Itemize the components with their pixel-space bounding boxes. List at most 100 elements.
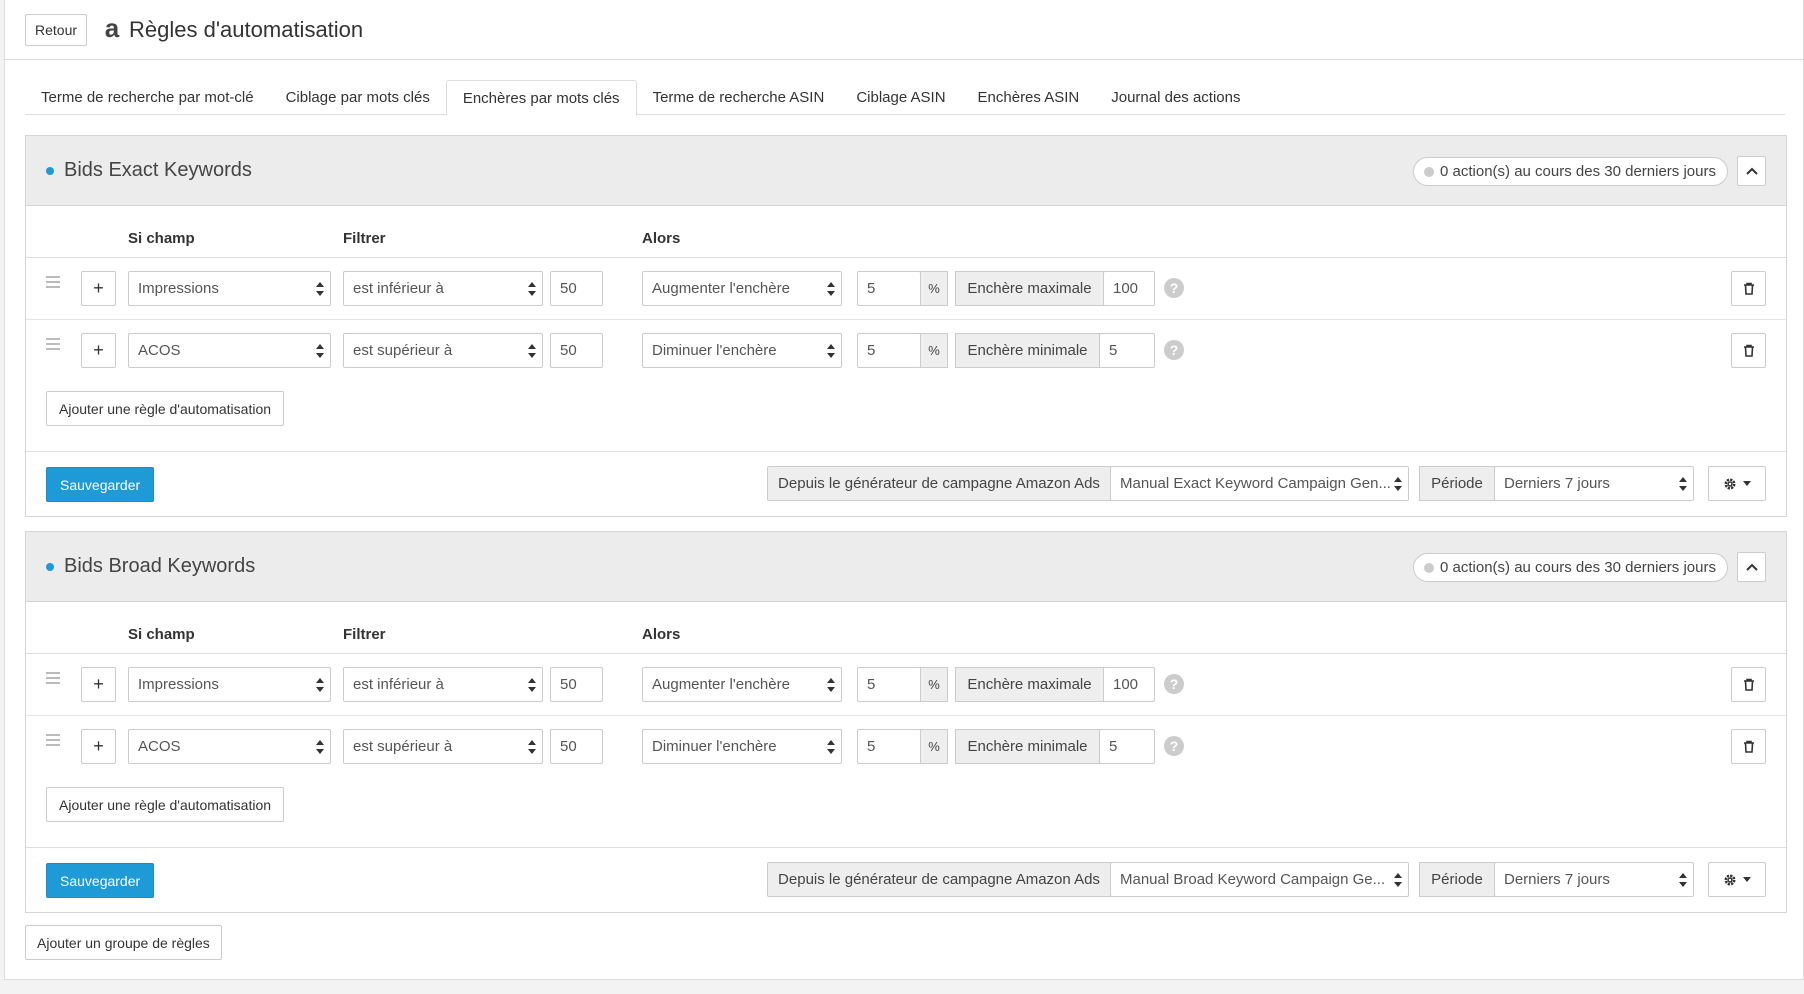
rule-group-footer: Sauvegarder Depuis le générateur de camp…: [26, 848, 1786, 912]
page-title: Règles d'automatisation: [129, 16, 364, 42]
rule-group-title: Bids Broad Keywords: [64, 555, 256, 577]
rule-group: Bids Exact Keywords 0 action(s) au cours…: [25, 135, 1787, 517]
field-select-value: Impressions: [138, 676, 219, 693]
add-rule-button[interactable]: Ajouter une règle d'automatisation: [46, 391, 285, 426]
actions-count-label: 0 action(s) au cours des 30 derniers jou…: [1440, 559, 1716, 576]
help-icon[interactable]: ?: [1164, 674, 1184, 694]
filter-value-input[interactable]: 50: [550, 333, 603, 368]
field-select[interactable]: ACOS: [128, 729, 331, 764]
collapse-button[interactable]: [1737, 552, 1766, 582]
settings-dropdown-button[interactable]: [1708, 862, 1766, 897]
field-select-value: Impressions: [138, 280, 219, 297]
action-select-value: Augmenter l'enchère: [652, 676, 790, 693]
limit-value-input[interactable]: 100: [1103, 271, 1155, 306]
drag-handle-icon[interactable]: [46, 734, 60, 748]
status-dot-icon: [1424, 166, 1435, 177]
select-arrows-icon: [1394, 872, 1402, 888]
column-field: Si champ: [128, 230, 195, 247]
save-button[interactable]: Sauvegarder: [46, 467, 155, 502]
field-select[interactable]: Impressions: [128, 271, 331, 306]
amount-input[interactable]: 5: [857, 667, 921, 702]
delete-rule-button[interactable]: [1731, 271, 1766, 306]
action-select-value: Diminuer l'enchère: [652, 738, 777, 755]
collapse-button[interactable]: [1737, 156, 1766, 186]
caret-down-icon: [1743, 481, 1751, 486]
action-select[interactable]: Augmenter l'enchère: [642, 667, 842, 702]
status-dot: [46, 166, 54, 175]
add-rule-row: Ajouter une règle d'automatisation: [26, 382, 1786, 452]
amount-input[interactable]: 5: [857, 333, 921, 368]
help-icon[interactable]: ?: [1164, 278, 1184, 298]
column-headers: Si champ Filtrer Alors: [26, 206, 1786, 258]
filter-value-input[interactable]: 50: [550, 729, 603, 764]
help-icon[interactable]: ?: [1164, 736, 1184, 756]
add-rule-row: Ajouter une règle d'automatisation: [26, 778, 1786, 848]
select-arrows-icon: [316, 281, 324, 297]
help-icon[interactable]: ?: [1164, 340, 1184, 360]
rule-group-header: Bids Exact Keywords 0 action(s) au cours…: [26, 136, 1786, 206]
amount-input[interactable]: 5: [857, 271, 921, 306]
select-arrows-icon: [827, 677, 835, 693]
period-select[interactable]: Derniers 7 jours: [1494, 862, 1694, 897]
field-select[interactable]: Impressions: [128, 667, 331, 702]
action-select[interactable]: Augmenter l'enchère: [642, 271, 842, 306]
campaign-select-value: Manual Broad Keyword Campaign Ge...: [1120, 871, 1386, 888]
action-select[interactable]: Diminuer l'enchère: [642, 729, 842, 764]
select-arrows-icon: [528, 677, 536, 693]
tab-asin-targeting[interactable]: Ciblage ASIN: [840, 80, 961, 115]
tab-keyword-targeting[interactable]: Ciblage par mots clés: [270, 80, 446, 115]
settings-dropdown-button[interactable]: [1708, 466, 1766, 501]
trash-icon: [1743, 282, 1754, 295]
delete-rule-button[interactable]: [1731, 729, 1766, 764]
save-button[interactable]: Sauvegarder: [46, 863, 155, 898]
amount-input[interactable]: 5: [857, 729, 921, 764]
back-button[interactable]: Retour: [25, 13, 88, 46]
filter-select-value: est supérieur à: [353, 342, 453, 359]
limit-label: Enchère minimale: [955, 729, 1100, 764]
limit-value-input[interactable]: 5: [1099, 333, 1155, 368]
delete-rule-button[interactable]: [1731, 333, 1766, 368]
tab-asin-bids[interactable]: Enchères ASIN: [962, 80, 1096, 115]
limit-value-input[interactable]: 100: [1103, 667, 1155, 702]
period-select-value: Derniers 7 jours: [1504, 871, 1610, 888]
column-filter: Filtrer: [343, 626, 386, 643]
column-then: Alors: [642, 230, 681, 247]
rule-group-header: Bids Broad Keywords 0 action(s) au cours…: [26, 532, 1786, 602]
percent-addon: %: [920, 271, 948, 306]
filter-select[interactable]: est supérieur à: [343, 333, 543, 368]
action-select[interactable]: Diminuer l'enchère: [642, 333, 842, 368]
tab-keyword-bids[interactable]: Enchères par mots clés: [445, 80, 637, 116]
add-rule-group-button[interactable]: Ajouter un groupe de règles: [25, 925, 222, 960]
filter-select[interactable]: est inférieur à: [343, 667, 543, 702]
tab-asin-search-term[interactable]: Terme de recherche ASIN: [637, 80, 841, 115]
limit-value-input[interactable]: 5: [1099, 729, 1155, 764]
drag-handle-icon[interactable]: [46, 672, 60, 686]
campaign-select[interactable]: Manual Broad Keyword Campaign Ge...: [1110, 862, 1409, 897]
status-dot: [46, 562, 54, 571]
period-select[interactable]: Derniers 7 jours: [1494, 466, 1694, 501]
campaign-select[interactable]: Manual Exact Keyword Campaign Gen...: [1110, 466, 1409, 501]
field-select-value: ACOS: [138, 738, 181, 755]
drag-handle-icon[interactable]: [46, 338, 60, 352]
field-select[interactable]: ACOS: [128, 333, 331, 368]
filter-select[interactable]: est supérieur à: [343, 729, 543, 764]
add-condition-button[interactable]: +: [81, 729, 116, 764]
amazon-icon: a: [104, 12, 120, 43]
filter-value-input[interactable]: 50: [550, 271, 603, 306]
rule-row: + ACOS est supérieur à 50 Diminuer l'enc…: [26, 716, 1786, 778]
tab-keyword-search-term[interactable]: Terme de recherche par mot-clé: [25, 80, 270, 115]
tab-action-log[interactable]: Journal des actions: [1095, 80, 1256, 115]
add-condition-button[interactable]: +: [81, 271, 116, 306]
filter-value-input[interactable]: 50: [550, 667, 603, 702]
action-select-value: Diminuer l'enchère: [652, 342, 777, 359]
percent-addon: %: [920, 667, 948, 702]
drag-handle-icon[interactable]: [46, 276, 60, 290]
add-rule-button[interactable]: Ajouter une règle d'automatisation: [46, 787, 285, 822]
trash-icon: [1743, 678, 1754, 691]
add-condition-button[interactable]: +: [81, 667, 116, 702]
add-condition-button[interactable]: +: [81, 333, 116, 368]
filter-select[interactable]: est inférieur à: [343, 271, 543, 306]
select-arrows-icon: [528, 739, 536, 755]
filter-select-value: est inférieur à: [353, 280, 444, 297]
delete-rule-button[interactable]: [1731, 667, 1766, 702]
